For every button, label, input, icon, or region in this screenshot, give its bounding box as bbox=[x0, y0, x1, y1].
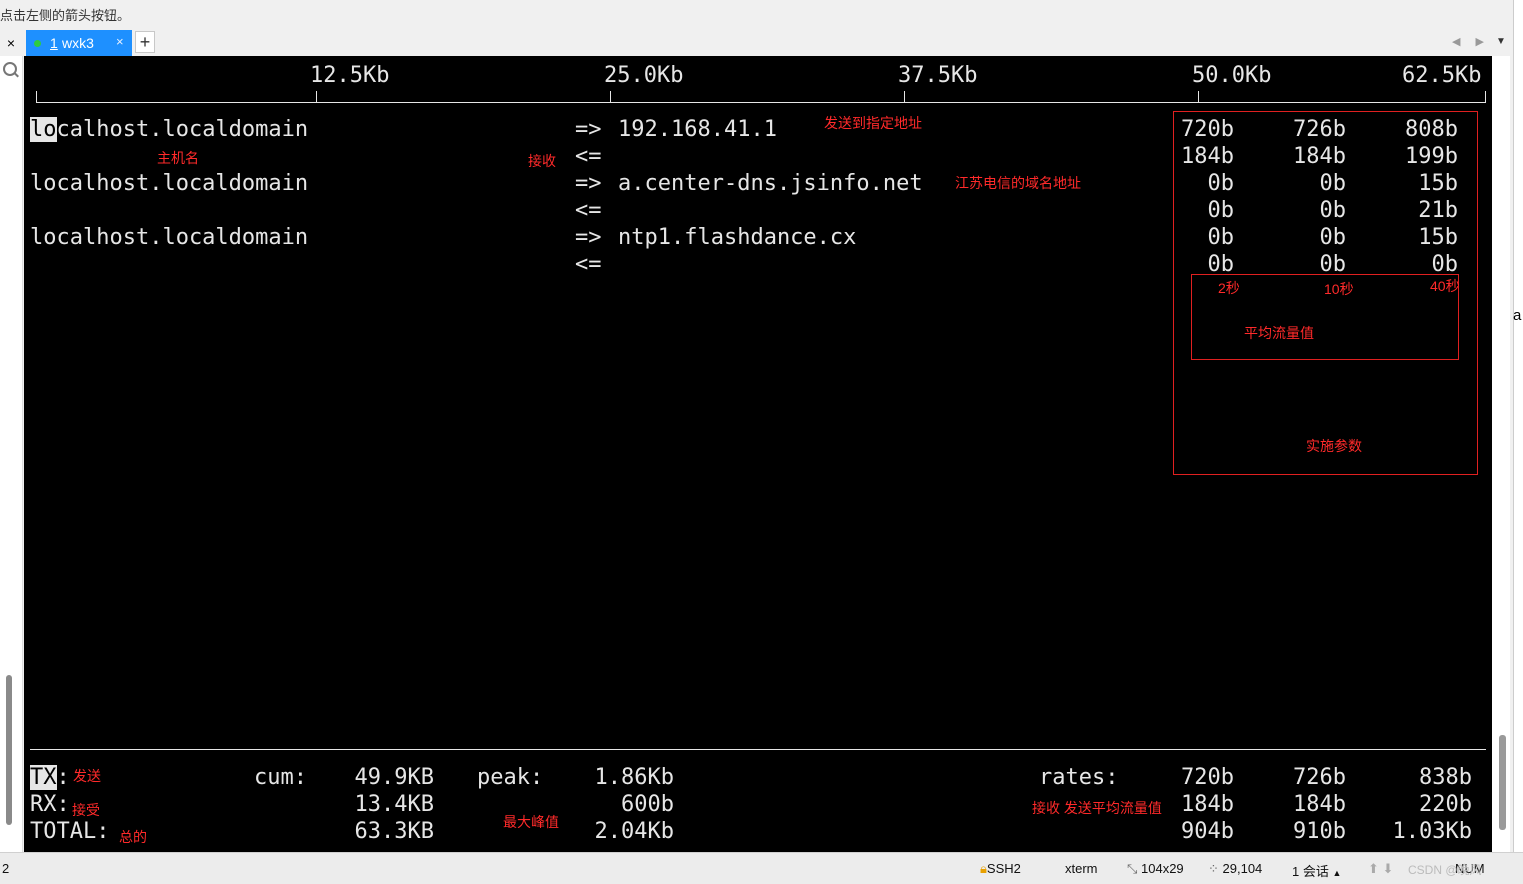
resize-icon: ⤡ bbox=[1127, 861, 1142, 876]
scale-rule bbox=[36, 102, 1486, 103]
rate-10s-total: 910b bbox=[1293, 819, 1346, 844]
rate-10s-tx: 726b bbox=[1293, 765, 1346, 790]
cursor-highlight: lo bbox=[30, 117, 57, 142]
annotation-recv-send-average: 接收 发送平均流量值 bbox=[1032, 800, 1162, 816]
cum-rx: 13.4KB bbox=[354, 792, 434, 817]
connected-status-icon bbox=[34, 40, 41, 47]
chevron-up-icon: ▲ bbox=[1332, 868, 1342, 878]
status-terminal-type: xterm bbox=[1065, 861, 1098, 876]
annotation-rx-accept: 接受 bbox=[72, 802, 100, 818]
status-scroll-arrows-icon[interactable]: ⬆ ⬇ bbox=[1368, 861, 1393, 877]
connection-destination: a.center-dns.jsinfo.net bbox=[618, 171, 923, 196]
scale-label: 12.5Kb bbox=[310, 63, 390, 88]
cursor-position-icon: ⁘ bbox=[1208, 861, 1223, 876]
peak-tx: 1.86Kb bbox=[594, 765, 674, 790]
send-arrow: => bbox=[575, 117, 602, 142]
status-protocol: 🔒︎SSH2 bbox=[980, 861, 1021, 876]
annotation-total: 总的 bbox=[119, 829, 147, 845]
scale-label: 50.0Kb bbox=[1192, 63, 1272, 88]
rate-40s-rx: 220b bbox=[1419, 792, 1472, 817]
tab-scroll-arrows-icon[interactable]: ◀ ▶ bbox=[1452, 35, 1490, 48]
tab-number: 1 bbox=[50, 35, 58, 51]
search-icon[interactable] bbox=[3, 62, 17, 76]
status-cursor-position: ⁘ 29,104 bbox=[1208, 861, 1263, 876]
tx-label: TX: bbox=[30, 765, 70, 790]
annotation-tx-send: 发送 bbox=[73, 768, 101, 784]
window-hint-text: 点击左侧的箭头按钮。 bbox=[0, 8, 131, 23]
adjacent-window-text: a bbox=[1513, 307, 1522, 324]
watermark: CSDN @晚风 bbox=[1408, 863, 1482, 877]
status-window-size: ⤡ 104x29 bbox=[1127, 861, 1184, 876]
rates-label: rates: bbox=[1039, 765, 1119, 790]
tab-close-icon[interactable]: × bbox=[116, 34, 124, 49]
rate-2s-total: 904b bbox=[1181, 819, 1234, 844]
scale-label: 62.5Kb bbox=[1402, 63, 1482, 88]
terminal-scrollbar[interactable] bbox=[1499, 735, 1506, 830]
scale-tick bbox=[1198, 91, 1199, 103]
session-tab-wxk3[interactable]: 1 wxk3 × bbox=[26, 30, 132, 56]
connection-host: localhost.localdomain bbox=[30, 171, 309, 196]
add-tab-button[interactable]: + bbox=[135, 31, 155, 53]
peak-total: 2.04Kb bbox=[594, 819, 674, 844]
close-panel-button[interactable]: × bbox=[4, 35, 18, 51]
tab-label: wxk3 bbox=[62, 35, 94, 51]
rate-2s-rx: 184b bbox=[1181, 792, 1234, 817]
totals-separator bbox=[30, 749, 1486, 750]
rate-40s-tx: 838b bbox=[1419, 765, 1472, 790]
rate-10s-rx: 184b bbox=[1293, 792, 1346, 817]
annotation-max-peak: 最大峰值 bbox=[503, 814, 559, 830]
cum-total: 63.3KB bbox=[354, 819, 434, 844]
peak-label: peak: bbox=[477, 765, 544, 790]
scale-tick bbox=[1485, 91, 1486, 103]
status-bar: 2 🔒︎SSH2 xterm ⤡ 104x29 ⁘ 29,104 1 会话 ▲ … bbox=[0, 852, 1523, 884]
total-label: TOTAL: bbox=[30, 819, 110, 844]
receive-arrow: <= bbox=[575, 252, 602, 277]
status-sessions[interactable]: 1 会话 ▲ bbox=[1292, 861, 1341, 880]
annotation-jiangsu-dns: 江苏电信的域名地址 bbox=[955, 175, 1081, 191]
annotation-hostname: 主机名 bbox=[157, 150, 199, 166]
rx-label: RX: bbox=[30, 792, 70, 817]
send-arrow: => bbox=[575, 225, 602, 250]
connection-destination: ntp1.flashdance.cx bbox=[618, 225, 857, 250]
annotation-40s: 40秒 bbox=[1430, 278, 1460, 294]
annotation-actual-params: 实施参数 bbox=[1306, 438, 1362, 454]
tab-menu-chevron-down-icon[interactable]: ▼ bbox=[1496, 36, 1506, 47]
annotation-average-flow: 平均流量值 bbox=[1244, 325, 1314, 341]
cum-label: cum: bbox=[254, 765, 307, 790]
left-panel-scrollbar[interactable] bbox=[6, 675, 12, 825]
rate-40s-total: 1.03Kb bbox=[1392, 819, 1472, 844]
peak-rx: 600b bbox=[621, 792, 674, 817]
scale-label: 25.0Kb bbox=[604, 63, 684, 88]
scale-tick bbox=[610, 91, 611, 103]
connection-destination: 192.168.41.1 bbox=[618, 117, 777, 142]
rate-2s-tx: 720b bbox=[1181, 765, 1234, 790]
terminal-right-gutter bbox=[1492, 56, 1510, 852]
annotation-2s: 2秒 bbox=[1218, 280, 1240, 296]
scale-tick bbox=[36, 91, 37, 103]
lock-icon: 🔒︎ bbox=[980, 861, 987, 876]
receive-arrow: <= bbox=[575, 198, 602, 223]
annotation-send-to: 发送到指定地址 bbox=[824, 115, 922, 131]
cum-tx: 49.9KB bbox=[354, 765, 434, 790]
annotation-10s: 10秒 bbox=[1324, 281, 1354, 297]
status-left-number: 2 bbox=[2, 861, 10, 876]
annotation-receive: 接收 bbox=[528, 153, 556, 169]
connection-host: localhost.localdomain bbox=[30, 225, 309, 250]
connection-host: localhost.localdomain bbox=[30, 117, 309, 142]
send-arrow: => bbox=[575, 171, 602, 196]
adjacent-window-edge bbox=[1513, 0, 1523, 883]
terminal-screen[interactable]: 12.5Kb 25.0Kb 37.5Kb 50.0Kb 62.5Kb local… bbox=[24, 56, 1492, 852]
scale-label: 37.5Kb bbox=[898, 63, 978, 88]
scale-tick bbox=[904, 91, 905, 103]
receive-arrow: <= bbox=[575, 144, 602, 169]
scale-tick bbox=[316, 91, 317, 103]
tab-bar bbox=[0, 30, 1513, 56]
